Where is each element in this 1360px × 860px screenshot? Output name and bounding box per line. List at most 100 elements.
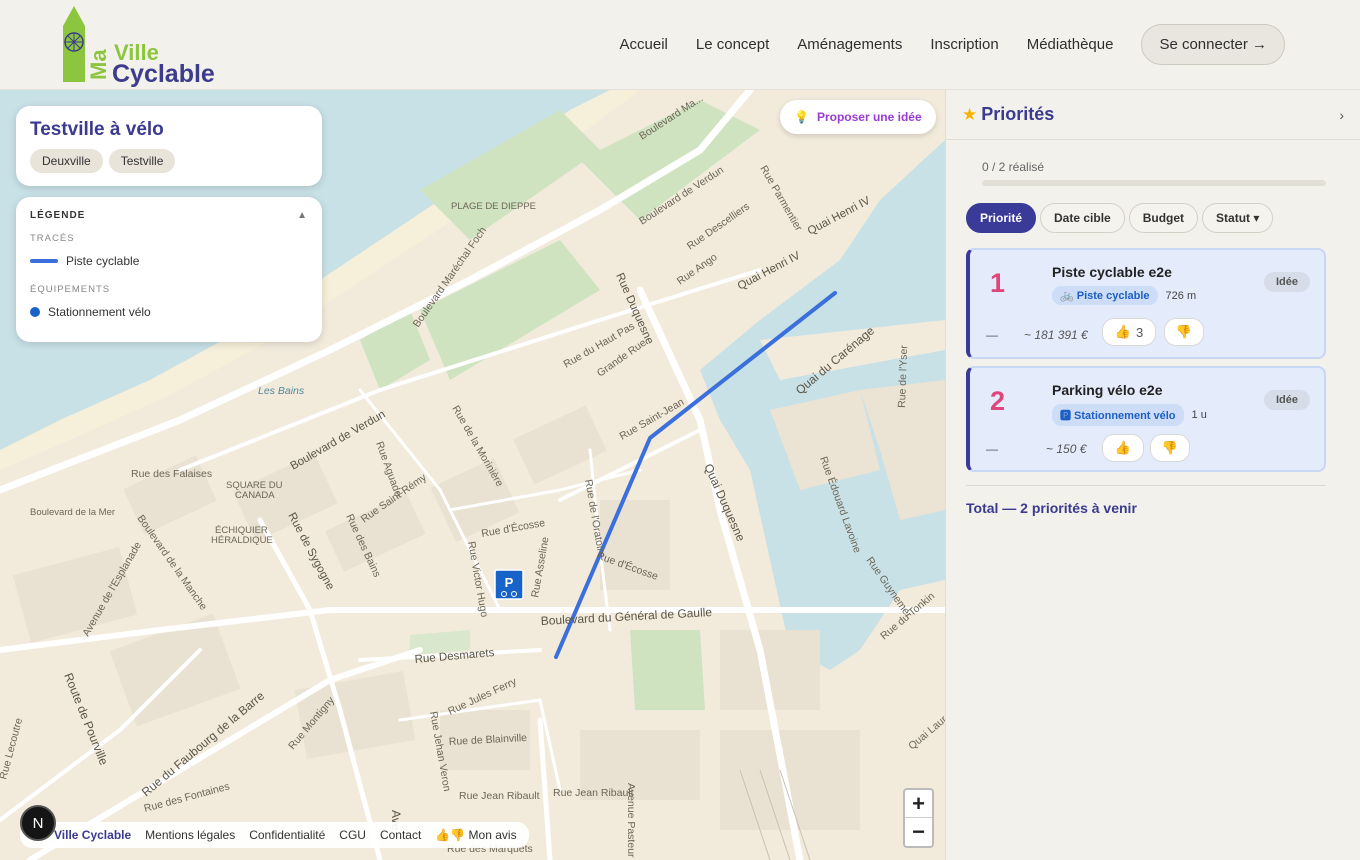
label-rue-ango: Rue Ango	[675, 251, 720, 287]
footer-bar: Ville Cyclable Mentions légales Confiden…	[20, 822, 529, 848]
upvote-button[interactable]: 👍	[1102, 434, 1144, 462]
status-badge: Idée	[1263, 272, 1310, 292]
priority-number: 2	[990, 386, 1006, 416]
site-header: Ma Ville Cyclable Accueil Le concept Amé…	[0, 0, 1360, 90]
star-icon: ★	[962, 104, 978, 124]
nav-inscription[interactable]: Inscription	[930, 36, 998, 53]
label-rue-parmentier: Rue Parmentier	[757, 164, 804, 234]
target-date: —	[986, 442, 998, 456]
type-badge: 🚲 Piste cyclable	[1052, 286, 1158, 305]
logo-cyclable: Cyclable	[112, 60, 215, 88]
label-rue-asseline: Rue Asseline	[529, 536, 551, 599]
upvote-button[interactable]: 👍 3	[1102, 318, 1156, 346]
zoom-in-button[interactable]: +	[905, 790, 932, 818]
map-title-card: Testville à vélo Deuxville Testville	[16, 106, 322, 186]
label-canada: CANADA	[235, 490, 275, 501]
priority-name: Piste cyclable e2e	[1052, 264, 1172, 280]
propose-idea-button[interactable]: 💡 Proposer une idée	[780, 100, 936, 134]
priority-measure: 1 u	[1191, 409, 1207, 421]
label-rue-falaises: Rue des Falaises	[131, 468, 212, 480]
thumb-up-icon: 👍	[1114, 440, 1132, 455]
divider	[966, 485, 1326, 486]
logo[interactable]: Ma Ville Cyclable	[58, 4, 228, 88]
sort-priorite[interactable]: Priorité	[966, 203, 1037, 233]
lightbulb-icon: 💡	[794, 110, 809, 124]
footer-avis-label: Mon avis	[468, 828, 517, 842]
thumbs-icon: 👍👎	[435, 828, 466, 842]
sort-budget[interactable]: Budget	[1128, 203, 1199, 233]
legend-piste-label: Piste cyclable	[66, 254, 140, 268]
legend-section-equipements: ÉQUIPEMENTS	[30, 284, 111, 295]
label-bd-mer: Boulevard de la Mer	[30, 507, 115, 518]
label-bd-manche: Boulevard de la Manche	[135, 513, 210, 613]
thumb-up-icon: 👍	[1114, 324, 1131, 339]
footer-brand[interactable]: Ville Cyclable	[54, 828, 131, 842]
label-rue-aguado: Rue Aguado	[373, 440, 404, 499]
label-rue-yser: Rue de l'Yser	[896, 345, 910, 409]
nextjs-badge[interactable]: N	[20, 805, 56, 841]
legend-section-traces: TRACÉS	[30, 233, 75, 244]
footer-contact[interactable]: Contact	[380, 828, 421, 842]
connect-button[interactable]: Se connecter →	[1141, 23, 1285, 65]
priority-card[interactable]: 2 Parking vélo e2e 🅿 Stationnement vélo …	[966, 366, 1326, 472]
thumb-down-icon: 👎	[1175, 324, 1193, 339]
propose-idea-label: Proposer une idée	[816, 110, 922, 124]
priorities-total: Total — 2 priorités à venir	[966, 500, 1137, 516]
sort-tabs: Priorité Date cible Budget Statut ▾	[966, 203, 1360, 233]
chevron-right-icon[interactable]: ›	[1339, 107, 1344, 123]
nav-concept[interactable]: Le concept	[696, 36, 769, 53]
city-chip-testville[interactable]: Testville	[108, 149, 176, 173]
nav-accueil[interactable]: Accueil	[620, 36, 668, 53]
progress-text: 0 / 2 réalisé	[982, 160, 1045, 174]
progress-bar	[982, 180, 1326, 186]
label-heraldique: HÉRALDIQUE	[211, 535, 273, 546]
legend-item-piste: Piste cyclable	[30, 254, 308, 268]
priority-number: 1	[990, 268, 1006, 298]
footer-mentions[interactable]: Mentions légales	[145, 828, 235, 842]
nav-mediatheque[interactable]: Médiathèque	[1027, 36, 1114, 53]
legend-card: LÉGENDE ▲ TRACÉS Piste cyclable ÉQUIPEME…	[16, 197, 322, 342]
cost-estimate: ~ 150 €	[1046, 442, 1087, 456]
main-nav: Accueil Le concept Aménagements Inscript…	[620, 0, 1285, 88]
sort-date-cible[interactable]: Date cible	[1040, 203, 1125, 233]
downvote-button[interactable]: 👎	[1150, 434, 1190, 462]
label-rue-descelliers: Rue Descelliers	[685, 200, 752, 252]
priorities-header[interactable]: ★ Priorités ›	[946, 90, 1360, 140]
label-rue-jean-ribault-2: Rue Jean Ribault	[553, 787, 634, 799]
label-bd-verdun: Boulevard de Verdun	[289, 408, 388, 472]
sort-statut[interactable]: Statut ▾	[1202, 203, 1274, 233]
nav-amenagements[interactable]: Aménagements	[797, 36, 902, 53]
label-plage: PLAGE DE DIEPPE	[451, 201, 536, 212]
status-badge: Idée	[1263, 390, 1310, 410]
map-title: Testville à vélo	[30, 119, 164, 140]
priorities-panel: ★ Priorités › 0 / 2 réalisé Priorité Dat…	[945, 90, 1360, 860]
zoom-out-button[interactable]: −	[905, 818, 932, 846]
label-rue-lecoutre: Rue Lecoutre	[0, 717, 25, 781]
priority-card[interactable]: 1 Piste cyclable e2e 🚲 Piste cyclable 72…	[966, 248, 1326, 359]
downvote-button[interactable]: 👎	[1164, 318, 1204, 346]
footer-confidentialite[interactable]: Confidentialité	[249, 828, 325, 842]
label-rue-victor-hugo: Rue Victor Hugo	[465, 540, 490, 618]
label-rue-jean-ribault: Rue Jean Ribault	[459, 790, 540, 802]
label-quai-henri-2: Quai Henri IV	[736, 249, 803, 292]
label-route-pourville: Route de Pourville	[61, 671, 111, 767]
target-date: —	[986, 328, 998, 342]
parking-marker[interactable]: P	[494, 569, 524, 600]
cost-estimate: ~ 181 391 €	[1024, 328, 1088, 342]
footer-avis[interactable]: 👍👎 Mon avis	[435, 828, 516, 842]
label-avenue-pasteur: Avenue Pasteur	[625, 783, 637, 858]
legend-collapse-toggle[interactable]: ▲	[297, 210, 308, 221]
legend-heading: LÉGENDE	[30, 210, 86, 221]
upvote-count: 3	[1135, 324, 1144, 340]
priority-name: Parking vélo e2e	[1052, 382, 1163, 398]
logo-ma: Ma	[86, 49, 111, 80]
legend-stationnement-label: Stationnement vélo	[48, 305, 151, 319]
stationnement-dot-swatch	[30, 307, 40, 317]
zoom-control: + −	[903, 788, 934, 848]
priority-measure: 726 m	[1165, 289, 1197, 302]
city-chip-deuxville[interactable]: Deuxville	[30, 149, 103, 173]
piste-line-swatch	[30, 259, 58, 263]
thumb-down-icon: 👎	[1161, 440, 1179, 455]
label-les-bains: Les Bains	[258, 385, 305, 397]
footer-cgu[interactable]: CGU	[339, 828, 366, 842]
